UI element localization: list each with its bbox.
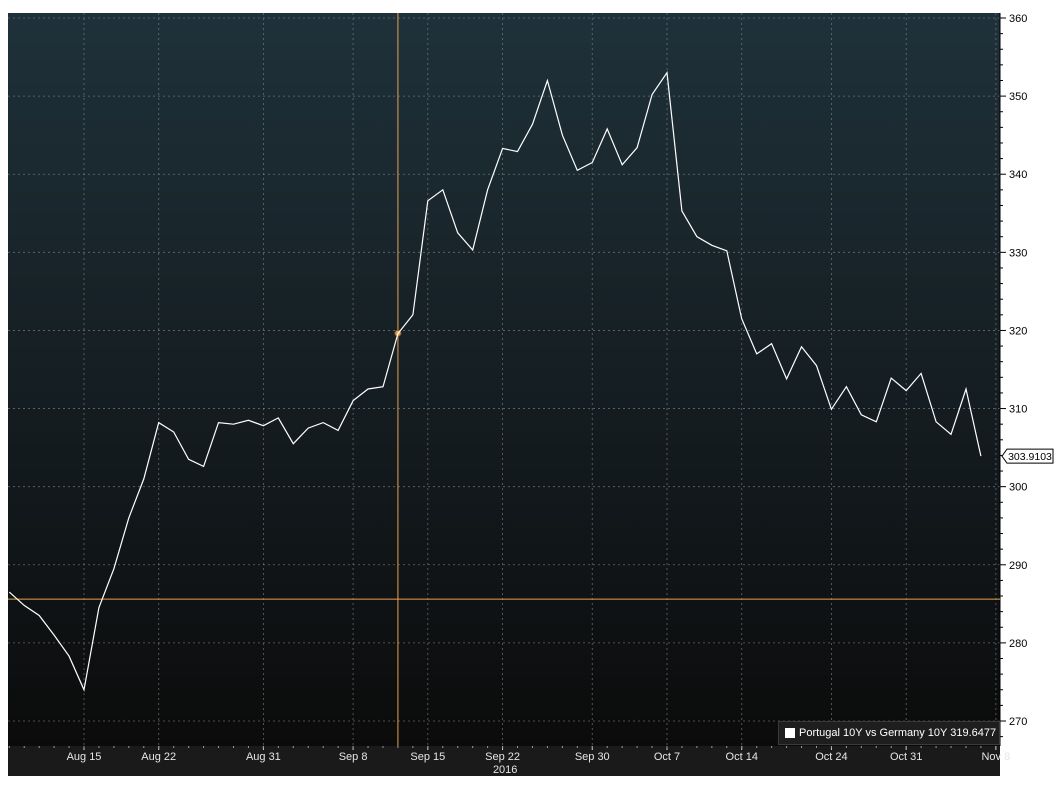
x-tick-label: Oct 31 — [890, 751, 922, 763]
chart-svg: 270 280 290 300 310 320 330 340 350 360 Aug 15 Aug… — [0, 0, 1061, 788]
legend-swatch — [785, 728, 795, 738]
x-tick-label: Aug 31 — [246, 751, 281, 763]
x-tick-label: Sep 8 — [339, 751, 368, 763]
x-tick-label: Oct 24 — [815, 751, 847, 763]
y-tick-label: 330 — [1009, 247, 1027, 259]
y-tick-label: 320 — [1009, 325, 1027, 337]
last-value-marker: 303.9103 — [1001, 448, 1054, 464]
last-value-label: 303.9103 — [1008, 451, 1052, 463]
y-tick-label: 300 — [1009, 482, 1027, 494]
plot-area — [8, 13, 1000, 746]
x-tick-label: Sep 15 — [410, 751, 445, 763]
x-tick-label: Oct 7 — [654, 751, 680, 763]
x-tick-label: Aug 22 — [141, 751, 176, 763]
y-tick-label: 270 — [1009, 716, 1027, 728]
x-year-label: 2016 — [493, 764, 517, 776]
x-tick-label: Sep 22 — [485, 751, 520, 763]
y-tick-label: 360 — [1009, 13, 1027, 25]
legend-text: Portugal 10Y vs Germany 10Y 319.6477 — [799, 727, 997, 739]
x-tick-label: Oct 14 — [726, 751, 758, 763]
x-tick-label: Sep 30 — [575, 751, 610, 763]
chart: 270 280 290 300 310 320 330 340 350 360 Aug 15 Aug… — [0, 0, 1061, 788]
x-tick-label: Aug 15 — [67, 751, 102, 763]
y-tick-label: 290 — [1009, 560, 1027, 572]
y-tick-label: 350 — [1009, 91, 1027, 103]
y-tick-label: 310 — [1009, 404, 1027, 416]
y-axis-area — [1000, 13, 1056, 746]
x-tick-label: Nov 8 — [981, 751, 1010, 763]
legend: Portugal 10Y vs Germany 10Y 319.6477 — [778, 721, 1000, 745]
y-tick-label: 280 — [1009, 638, 1027, 650]
y-tick-label: 340 — [1009, 169, 1027, 181]
